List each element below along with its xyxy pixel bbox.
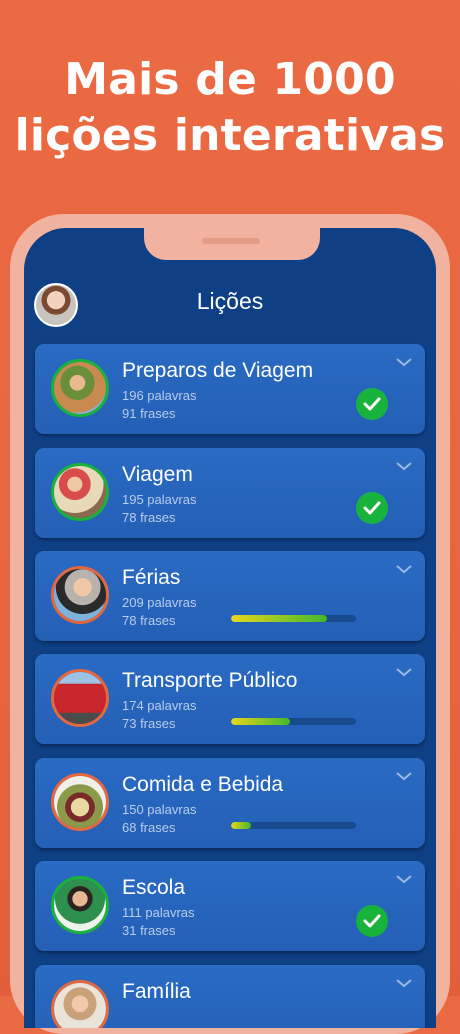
lesson-card-familia[interactable]: Família [35, 965, 425, 1028]
chevron-down-icon[interactable] [395, 873, 413, 885]
lesson-word-count: 196 palavras [122, 388, 197, 403]
headline-line-1: Mais de 1000 [64, 54, 396, 105]
chevron-down-icon[interactable] [395, 977, 413, 989]
lesson-thumbnail [51, 566, 109, 624]
check-icon [356, 388, 388, 420]
headline: Mais de 1000 lições interativas [0, 52, 460, 164]
chevron-down-icon[interactable] [395, 356, 413, 368]
chevron-down-icon[interactable] [395, 770, 413, 782]
lesson-title: Família [122, 980, 191, 1003]
lesson-word-count: 195 palavras [122, 492, 197, 507]
lesson-title: Escola [122, 876, 186, 899]
lesson-phrase-count: 78 frases [122, 613, 176, 628]
lesson-thumbnail [51, 980, 109, 1028]
lesson-card-escola[interactable]: Escola 111 palavras 31 frases [35, 861, 425, 951]
lesson-title: Férias [122, 566, 181, 589]
lesson-phrase-count: 73 frases [122, 716, 176, 731]
lesson-title: Comida e Bebida [122, 773, 284, 796]
lesson-phrase-count: 78 frases [122, 510, 176, 525]
lesson-title: Preparos de Viagem [122, 359, 314, 382]
lesson-thumbnail [51, 669, 109, 727]
lesson-word-count: 209 palavras [122, 595, 197, 610]
lesson-card-ferias[interactable]: Férias 209 palavras 78 frases [35, 551, 425, 641]
lesson-title: Transporte Público [122, 669, 298, 692]
lesson-word-count: 150 palavras [122, 802, 197, 817]
phone-notch [144, 228, 320, 260]
phone-screen: Lições Preparos de Viagem 196 palavras 9… [24, 228, 436, 1028]
lesson-thumbnail [51, 876, 109, 934]
lesson-card-viagem[interactable]: Viagem 195 palavras 78 frases [35, 448, 425, 538]
lesson-progress-bar [231, 822, 356, 829]
lesson-card-transporte-publico[interactable]: Transporte Público 174 palavras 73 frase… [35, 654, 425, 744]
chevron-down-icon[interactable] [395, 666, 413, 678]
lesson-progress-bar [231, 615, 356, 622]
lesson-thumbnail [51, 773, 109, 831]
lesson-title: Viagem [122, 463, 193, 486]
lesson-card-preparos-de-viagem[interactable]: Preparos de Viagem 196 palavras 91 frase… [35, 344, 425, 434]
screen-title: Lições [196, 288, 264, 314]
lesson-word-count: 111 palavras [122, 905, 195, 920]
lesson-thumbnail [51, 463, 109, 521]
lesson-phrase-count: 68 frases [122, 820, 176, 835]
chevron-down-icon[interactable] [395, 460, 413, 472]
lesson-phrase-count: 31 frases [122, 923, 176, 938]
headline-line-2: lições interativas [14, 110, 446, 161]
chevron-down-icon[interactable] [395, 563, 413, 575]
speaker-icon [202, 238, 260, 244]
check-icon [356, 905, 388, 937]
lesson-thumbnail [51, 359, 109, 417]
lesson-phrase-count: 91 frases [122, 406, 176, 421]
lesson-word-count: 174 palavras [122, 698, 197, 713]
lesson-card-comida-e-bebida[interactable]: Comida e Bebida 150 palavras 68 frases [35, 758, 425, 848]
lesson-progress-bar [231, 718, 356, 725]
check-icon [356, 492, 388, 524]
